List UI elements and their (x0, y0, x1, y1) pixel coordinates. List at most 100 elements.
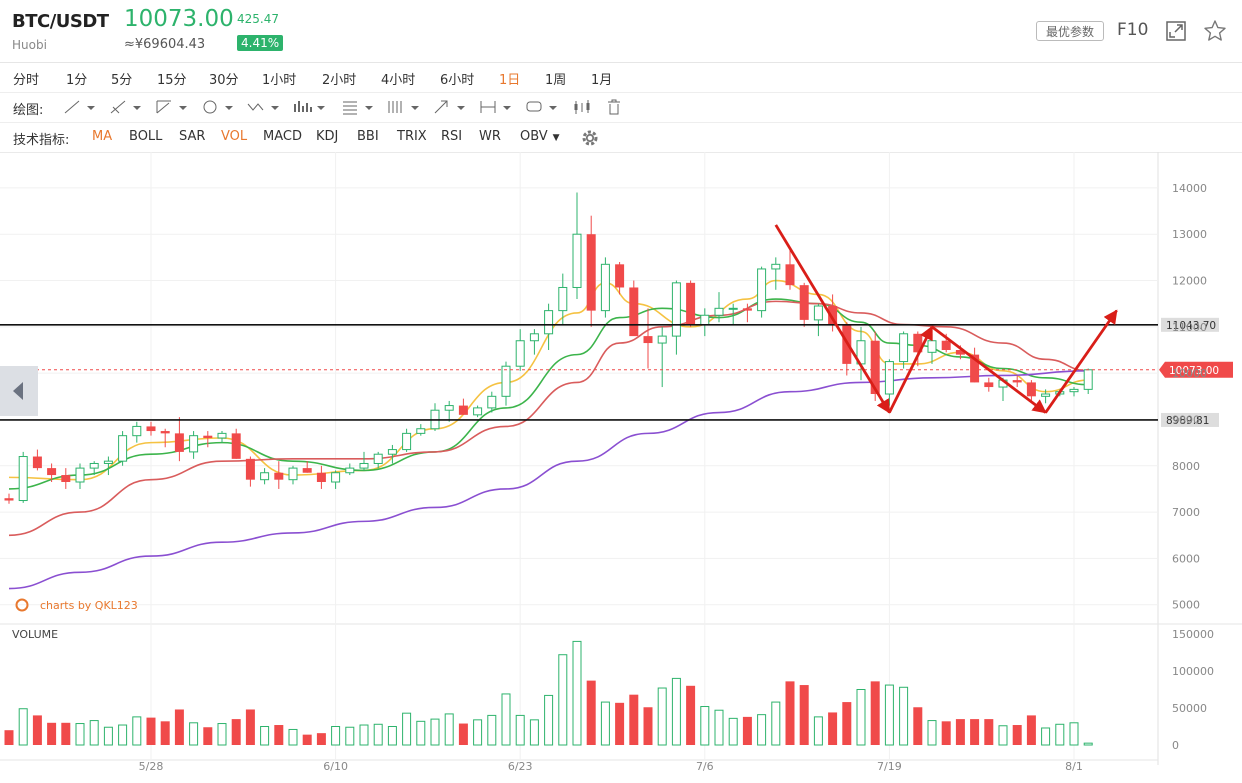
volume-bar-down (203, 727, 213, 745)
candle-body-up (501, 365, 511, 397)
candle-body-down (245, 458, 255, 480)
candle-body-down (61, 475, 71, 482)
best-params-button[interactable]: 最优参数 (1036, 21, 1104, 41)
tab-period-4h[interactable]: 4小时 (381, 69, 415, 88)
volume-bar-up (89, 720, 99, 746)
candle-body-up (1069, 388, 1079, 393)
tab-period-1mo[interactable]: 1月 (591, 69, 612, 88)
indicator-macd[interactable]: MACD (263, 129, 302, 144)
candle (61, 468, 71, 489)
indicator-rsi[interactable]: RSI (441, 129, 462, 144)
candle (600, 257, 610, 318)
indicator-boll[interactable]: BOLL (129, 129, 162, 144)
candle (32, 449, 42, 471)
indicator-toolbar: 技术指标: MA BOLL SAR VOL MACD KDJ BBI TRIX … (0, 122, 1242, 153)
volume-bars (4, 640, 1093, 746)
candle (1069, 387, 1079, 397)
wave-tool-icon[interactable] (246, 98, 282, 116)
pattern-tool-icon[interactable] (292, 98, 328, 116)
candle-body-down (174, 433, 184, 452)
volume-bar-up (1055, 723, 1065, 746)
candle-body-down (160, 431, 170, 434)
candle (757, 266, 767, 318)
indicator-kdj[interactable]: KDJ (316, 129, 338, 144)
candle-body-up (884, 361, 894, 395)
price-tick-label: 9000 (1172, 413, 1200, 426)
volume-bar-up (600, 701, 610, 746)
ray-tool-icon[interactable] (108, 98, 144, 116)
volume-bar-up (757, 714, 767, 746)
candle-body-up (657, 335, 667, 344)
circle-tool-icon[interactable] (200, 98, 236, 116)
volume-bar-up (856, 689, 866, 746)
tab-period-5m[interactable]: 5分 (111, 69, 132, 88)
text-tool-icon[interactable] (524, 98, 560, 116)
fork-tool-icon[interactable] (154, 98, 190, 116)
annotation-arrow[interactable] (1044, 309, 1118, 414)
last-price: 10073.00 (124, 6, 234, 32)
gear-icon[interactable] (580, 128, 600, 148)
arrow-tool-icon[interactable] (432, 98, 468, 116)
tab-period-6h[interactable]: 6小时 (440, 69, 474, 88)
candle (245, 456, 255, 487)
tab-period-timeshare[interactable]: 分时 (13, 69, 39, 88)
tab-period-1m[interactable]: 1分 (66, 69, 87, 88)
tab-period-15m[interactable]: 15分 (157, 69, 187, 88)
tab-period-30m[interactable]: 30分 (209, 69, 239, 88)
expand-icon[interactable] (1165, 20, 1187, 42)
tab-period-1d[interactable]: 1日 (499, 69, 520, 88)
indicator-trix[interactable]: TRIX (397, 129, 427, 144)
volume-bar-up (430, 718, 440, 746)
candle (558, 273, 568, 325)
volume-bar-up (402, 712, 412, 746)
volume-bar-up (813, 716, 823, 746)
volume-bar-up (331, 726, 341, 746)
candle-tool-icon[interactable] (572, 98, 608, 116)
volume-bar-down (274, 725, 284, 745)
volume-bar-up (572, 640, 582, 746)
candle-body-down (146, 426, 156, 432)
date-tick-label: 6/23 (508, 760, 533, 773)
line-tool-icon[interactable] (62, 98, 98, 116)
indicator-vol[interactable]: VOL (221, 129, 247, 144)
watermark-text: charts by QKL123 (40, 599, 138, 612)
indicator-sar[interactable]: SAR (179, 129, 205, 144)
candle-body-down (742, 308, 752, 311)
candle (671, 280, 681, 355)
candle (700, 308, 710, 337)
tab-period-1w[interactable]: 1周 (545, 69, 566, 88)
star-icon[interactable] (1203, 19, 1227, 43)
volume-bar-down (643, 707, 653, 745)
candle (501, 361, 511, 406)
candle-body-up (728, 307, 738, 310)
trash-icon[interactable] (604, 98, 640, 116)
f10-button[interactable]: F10 (1117, 20, 1148, 40)
candle-body-down (586, 234, 596, 311)
volume-bar-up (700, 706, 710, 746)
date-tick-label: 6/10 (323, 760, 348, 773)
candle-body-up (572, 233, 582, 288)
candle-body-up (402, 432, 412, 451)
range-tool-icon[interactable] (478, 98, 514, 116)
indicator-obv-dropdown[interactable]: OBV ▼ (520, 129, 560, 144)
indicator-bbi[interactable]: BBI (357, 129, 379, 144)
candle (629, 280, 639, 337)
volume-bar-up (771, 701, 781, 746)
gann-tool-icon[interactable] (386, 98, 422, 116)
tab-period-1h[interactable]: 1小时 (262, 69, 296, 88)
candle-body-down (203, 435, 213, 438)
volume-bar-down (47, 722, 57, 745)
annotation-arrow[interactable] (774, 224, 891, 414)
candle-body-up (558, 286, 568, 312)
candlestick-chart[interactable]: 11043.708989.8110073.00 1400013000120001… (0, 152, 1242, 783)
candle-body-up (359, 462, 369, 469)
candle (515, 329, 525, 371)
tab-period-2h[interactable]: 2小时 (322, 69, 356, 88)
indicator-wr[interactable]: WR (479, 129, 501, 144)
indicator-ma[interactable]: MA (92, 129, 112, 144)
candle (345, 463, 355, 476)
candle-body-up (757, 268, 767, 312)
scroll-left-button[interactable] (0, 366, 38, 416)
fib-tool-icon[interactable] (340, 98, 376, 116)
candle-body-up (771, 263, 781, 270)
